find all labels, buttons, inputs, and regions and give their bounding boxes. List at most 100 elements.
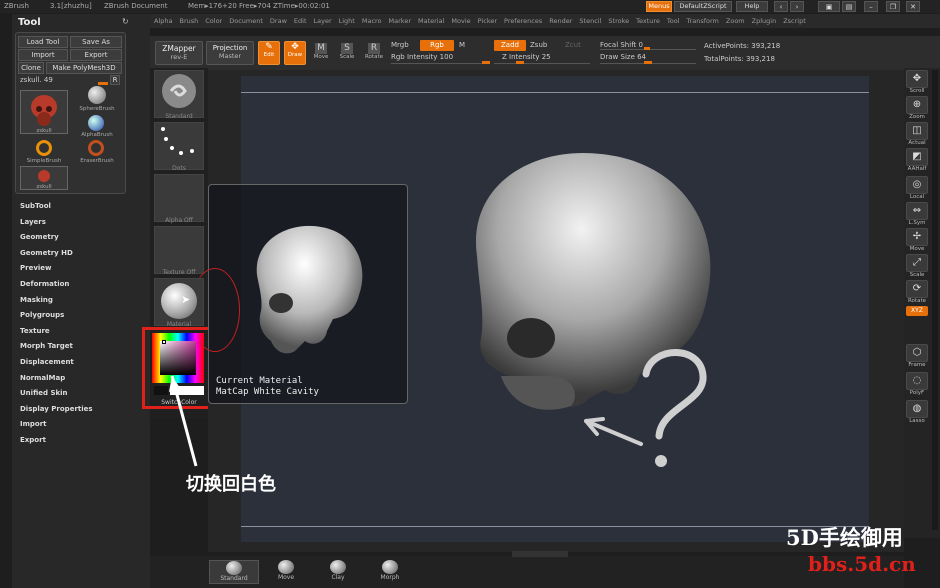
frame-button[interactable]: ⬡ xyxy=(906,344,928,362)
polyf-button[interactable]: ◌ xyxy=(906,372,928,390)
m-button[interactable]: M xyxy=(459,41,465,49)
right-scroll-track[interactable] xyxy=(932,70,938,530)
make-polymesh-button[interactable]: Make PolyMesh3D xyxy=(46,62,122,74)
zsub-button[interactable]: Zsub xyxy=(530,41,547,49)
tool-menu-geometry-hd[interactable]: Geometry HD xyxy=(20,249,73,257)
layout-alt-icon[interactable]: ▤ xyxy=(842,1,856,12)
arrow-right-icon[interactable]: › xyxy=(790,1,804,12)
menu-light[interactable]: Light xyxy=(339,17,355,25)
lasso-button[interactable]: ◍ xyxy=(906,400,928,418)
layout-icon[interactable]: ▣ xyxy=(818,1,840,12)
texture-swatch[interactable] xyxy=(154,226,204,274)
tool-menu-texture[interactable]: Texture xyxy=(20,327,50,335)
close-icon[interactable]: ✕ xyxy=(906,1,920,12)
tool-menu-subtool[interactable]: SubTool xyxy=(20,202,51,210)
bottom-brush-clay[interactable]: Clay xyxy=(313,560,363,584)
alpha-swatch[interactable] xyxy=(154,174,204,222)
menu-movie[interactable]: Movie xyxy=(451,17,470,25)
tool-menu-geometry[interactable]: Geometry xyxy=(20,233,59,241)
menu-stroke[interactable]: Stroke xyxy=(608,17,629,25)
simple-brush-icon[interactable] xyxy=(36,140,52,156)
load-tool-button[interactable]: Load Tool xyxy=(18,36,68,48)
tool-menu-layers[interactable]: Layers xyxy=(20,218,46,226)
bottom-scroll-handle[interactable] xyxy=(512,551,568,557)
tool-menu-displacement[interactable]: Displacement xyxy=(20,358,74,366)
lsym-button[interactable]: ⇔ xyxy=(906,202,928,220)
rgb-intensity-handle[interactable] xyxy=(482,61,490,64)
focal-shift-slider[interactable]: Focal Shift 0 xyxy=(600,41,643,49)
zmapper-button[interactable]: ZMapper rev-E xyxy=(155,41,203,65)
edit-button[interactable]: ✎ Edit xyxy=(258,41,280,65)
actual-button[interactable]: ◫ xyxy=(906,122,928,140)
aahalf-button[interactable]: ◩ xyxy=(906,148,928,166)
menu-edit[interactable]: Edit xyxy=(294,17,307,25)
menu-preferences[interactable]: Preferences xyxy=(504,17,542,25)
menu-macro[interactable]: Macro xyxy=(362,17,382,25)
help-button[interactable]: Help xyxy=(736,1,768,12)
menu-zscript[interactable]: Zscript xyxy=(783,17,806,25)
menu-marker[interactable]: Marker xyxy=(389,17,411,25)
arrow-left-icon[interactable]: ‹ xyxy=(774,1,788,12)
z-intensity-handle[interactable] xyxy=(516,61,524,64)
bottom-brush-move[interactable]: Move xyxy=(261,560,311,584)
sphere-brush-icon[interactable] xyxy=(88,86,106,104)
menu-draw[interactable]: Draw xyxy=(270,17,287,25)
tool-menu-polygroups[interactable]: Polygroups xyxy=(20,311,64,319)
draw-button[interactable]: ✥ Draw xyxy=(284,41,306,65)
alpha-brush-icon[interactable] xyxy=(88,115,104,131)
bottom-brush-morph[interactable]: Morph xyxy=(365,560,415,584)
menu-transform[interactable]: Transform xyxy=(687,17,719,25)
tool-menu-display-properties[interactable]: Display Properties xyxy=(20,405,93,413)
export-button[interactable]: Export xyxy=(70,49,122,61)
menu-layer[interactable]: Layer xyxy=(314,17,332,25)
menu-document[interactable]: Document xyxy=(229,17,263,25)
move-button[interactable]: ✢ xyxy=(906,228,928,246)
rotate-button[interactable]: R Rotate xyxy=(362,41,386,65)
tool-menu-masking[interactable]: Masking xyxy=(20,296,53,304)
menu-color[interactable]: Color xyxy=(205,17,222,25)
draw-size-handle[interactable] xyxy=(644,61,652,64)
local-button[interactable]: ◎ xyxy=(906,176,928,194)
rgb-button[interactable]: Rgb xyxy=(420,40,454,51)
tool-menu-morph-target[interactable]: Morph Target xyxy=(20,342,73,350)
menus-button[interactable]: Menus xyxy=(646,1,672,12)
zadd-button[interactable]: Zadd xyxy=(494,40,526,51)
menu-tool[interactable]: Tool xyxy=(667,17,680,25)
focal-shift-handle[interactable] xyxy=(644,47,650,50)
z-intensity-slider[interactable]: Z Intensity 25 xyxy=(502,53,551,61)
scroll-button[interactable]: ✥ xyxy=(906,70,928,88)
move-button[interactable]: M Move xyxy=(310,41,332,65)
refresh-icon[interactable]: ↻ xyxy=(122,17,129,26)
tool-menu-deformation[interactable]: Deformation xyxy=(20,280,69,288)
bottom-brush-standard[interactable]: Standard xyxy=(209,560,259,584)
menu-zplugin[interactable]: Zplugin xyxy=(752,17,777,25)
default-zscript-button[interactable]: DefaultZScript xyxy=(674,1,732,12)
projection-master-button[interactable]: Projection Master xyxy=(206,41,254,65)
tool-slider[interactable] xyxy=(98,82,108,85)
menu-material[interactable]: Material xyxy=(418,17,444,25)
tool-menu-export[interactable]: Export xyxy=(20,436,46,444)
draw-size-slider[interactable]: Draw Size 64 xyxy=(600,53,646,61)
tool-menu-import[interactable]: Import xyxy=(20,420,47,428)
menu-picker[interactable]: Picker xyxy=(478,17,497,25)
mrgb-button[interactable]: Mrgb xyxy=(391,41,409,49)
tool-menu-normalmap[interactable]: NormalMap xyxy=(20,374,65,382)
menu-render[interactable]: Render xyxy=(549,17,572,25)
r-button[interactable]: R xyxy=(110,75,120,85)
menu-texture[interactable]: Texture xyxy=(636,17,660,25)
restore-icon[interactable]: ❐ xyxy=(886,1,900,12)
dots-stroke-swatch[interactable] xyxy=(154,122,204,170)
eraser-brush-icon[interactable] xyxy=(88,140,104,156)
save-as-button[interactable]: Save As xyxy=(70,36,122,48)
menu-zoom[interactable]: Zoom xyxy=(726,17,745,25)
xyz-button[interactable]: XYZ xyxy=(906,306,928,316)
import-button[interactable]: Import xyxy=(18,49,68,61)
standard-brush-swatch[interactable] xyxy=(154,70,204,118)
rgb-intensity-slider[interactable]: Rgb Intensity 100 xyxy=(391,53,453,61)
zoom-button[interactable]: ⊕ xyxy=(906,96,928,114)
menu-stencil[interactable]: Stencil xyxy=(579,17,601,25)
tool-menu-unified-skin[interactable]: Unified Skin xyxy=(20,389,68,397)
menu-alpha[interactable]: Alpha xyxy=(154,17,172,25)
tool-menu-preview[interactable]: Preview xyxy=(20,264,52,272)
scale-button[interactable]: ⤢ xyxy=(906,254,928,272)
